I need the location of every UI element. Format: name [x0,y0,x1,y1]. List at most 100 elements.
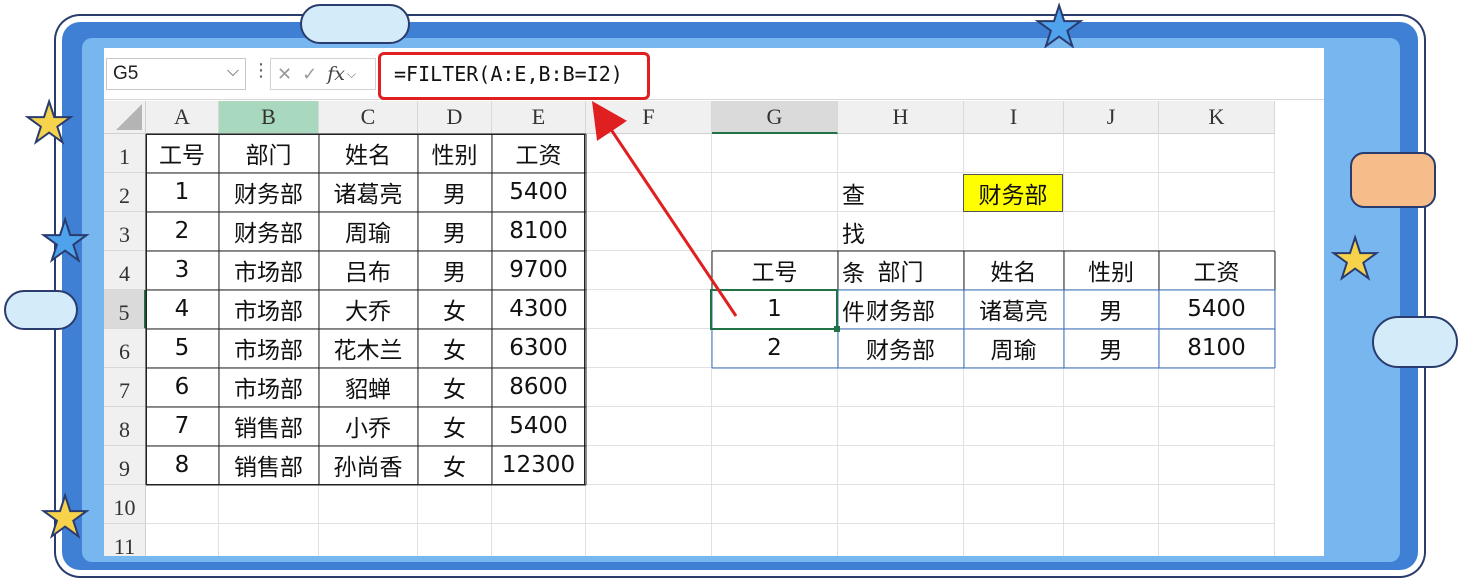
cell-g10[interactable] [712,485,838,524]
cell-k6[interactable]: 8100 [1159,329,1275,368]
cell-h9[interactable] [838,446,964,485]
row-header-7[interactable]: 7 [104,368,146,407]
column-header-b[interactable]: B [219,101,319,134]
cell-g1[interactable] [712,134,838,173]
cell-c5[interactable]: 大乔 [319,290,418,329]
cell-k8[interactable] [1159,407,1275,446]
cell-k3[interactable] [1159,212,1275,251]
cell-a7[interactable]: 6 [146,368,219,407]
column-header-f[interactable]: F [586,101,712,134]
criteria-value-cell[interactable]: 财务部 [963,174,1063,212]
cell-e7[interactable]: 8600 [492,368,586,407]
column-header-k[interactable]: K [1159,101,1275,134]
column-header-i[interactable]: I [964,101,1064,134]
row-header-8[interactable]: 8 [104,407,146,446]
cell-a9[interactable]: 8 [146,446,219,485]
cell-k2[interactable] [1159,173,1275,212]
cell-h8[interactable] [838,407,964,446]
cell-a1[interactable]: 工号 [146,134,219,173]
row-header-5[interactable]: 5 [104,290,146,329]
cell-j6[interactable]: 男 [1064,329,1159,368]
cell-b11[interactable] [219,524,319,556]
cell-i6[interactable]: 周瑜 [964,329,1064,368]
cell-i7[interactable] [964,368,1064,407]
cell-c8[interactable]: 小乔 [319,407,418,446]
cell-j10[interactable] [1064,485,1159,524]
cell-a11[interactable] [146,524,219,556]
cell-g6[interactable]: 2 [712,329,838,368]
column-header-g[interactable]: G [712,101,838,134]
cell-g5[interactable]: 1 [712,290,838,329]
cell-h6[interactable]: 财务部 [838,329,964,368]
cell-a4[interactable]: 3 [146,251,219,290]
cell-h11[interactable] [838,524,964,556]
cell-j1[interactable] [1064,134,1159,173]
cell-a10[interactable] [146,485,219,524]
cell-e9[interactable]: 12300 [492,446,586,485]
cell-c7[interactable]: 貂蝉 [319,368,418,407]
cell-f7[interactable] [586,368,712,407]
cell-g9[interactable] [712,446,838,485]
cell-a6[interactable]: 5 [146,329,219,368]
cell-j5[interactable]: 男 [1064,290,1159,329]
chevron-down-icon[interactable]: ⌵ [227,63,239,81]
cell-b2[interactable]: 财务部 [219,173,319,212]
cell-d6[interactable]: 女 [418,329,492,368]
cell-e2[interactable]: 5400 [492,173,586,212]
more-options-icon[interactable]: ⋮ [252,60,270,81]
cell-i3[interactable] [964,212,1064,251]
cell-c11[interactable] [319,524,418,556]
cell-k5[interactable]: 5400 [1159,290,1275,329]
row-header-4[interactable]: 4 [104,251,146,290]
row-header-1[interactable]: 1 [104,134,146,173]
row-header-6[interactable]: 6 [104,329,146,368]
cell-k10[interactable] [1159,485,1275,524]
cell-b4[interactable]: 市场部 [219,251,319,290]
row-header-2[interactable]: 2 [104,173,146,212]
cell-c1[interactable]: 姓名 [319,134,418,173]
cell-f2[interactable] [586,173,712,212]
cell-b9[interactable]: 销售部 [219,446,319,485]
cell-c3[interactable]: 周瑜 [319,212,418,251]
cell-i11[interactable] [964,524,1064,556]
cell-d8[interactable]: 女 [418,407,492,446]
column-header-j[interactable]: J [1064,101,1159,134]
confirm-icon[interactable]: ✓ [302,64,317,85]
cell-i4[interactable]: 姓名 [964,251,1064,290]
cell-j2[interactable] [1064,173,1159,212]
cell-d11[interactable] [418,524,492,556]
cell-h7[interactable] [838,368,964,407]
cell-f6[interactable] [586,329,712,368]
cell-b8[interactable]: 销售部 [219,407,319,446]
insert-function-icon[interactable]: fx [327,63,345,85]
cell-k1[interactable] [1159,134,1275,173]
cell-j7[interactable] [1064,368,1159,407]
cell-j3[interactable] [1064,212,1159,251]
cell-d7[interactable]: 女 [418,368,492,407]
cell-e8[interactable]: 5400 [492,407,586,446]
cell-j9[interactable] [1064,446,1159,485]
cell-i8[interactable] [964,407,1064,446]
cell-g4[interactable]: 工号 [712,251,838,290]
cell-e6[interactable]: 6300 [492,329,586,368]
cell-i5[interactable]: 诸葛亮 [964,290,1064,329]
cell-i9[interactable] [964,446,1064,485]
cell-d3[interactable]: 男 [418,212,492,251]
cell-b7[interactable]: 市场部 [219,368,319,407]
cell-d2[interactable]: 男 [418,173,492,212]
cell-d5[interactable]: 女 [418,290,492,329]
cell-e4[interactable]: 9700 [492,251,586,290]
cell-c10[interactable] [319,485,418,524]
select-all-button[interactable] [104,101,146,134]
cell-e11[interactable] [492,524,586,556]
cell-i10[interactable] [964,485,1064,524]
cell-j8[interactable] [1064,407,1159,446]
cell-k7[interactable] [1159,368,1275,407]
cell-d10[interactable] [418,485,492,524]
cell-f5[interactable] [586,290,712,329]
column-header-h[interactable]: H [838,101,964,134]
cell-g8[interactable] [712,407,838,446]
cell-b5[interactable]: 市场部 [219,290,319,329]
cell-d1[interactable]: 性别 [418,134,492,173]
cell-i1[interactable] [964,134,1064,173]
